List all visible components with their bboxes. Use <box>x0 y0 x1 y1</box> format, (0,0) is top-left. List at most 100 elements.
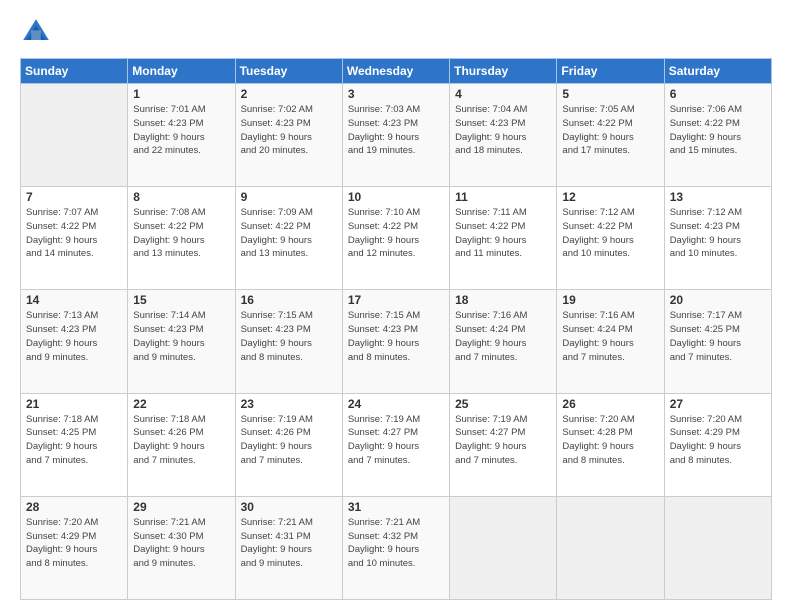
column-header-wednesday: Wednesday <box>342 59 449 84</box>
day-number: 9 <box>241 190 337 204</box>
day-number: 25 <box>455 397 551 411</box>
calendar-cell: 10 Sunrise: 7:10 AM Sunset: 4:22 PM Dayli… <box>342 187 449 290</box>
day-info: Sunrise: 7:01 AM Sunset: 4:23 PM Dayligh… <box>133 103 229 158</box>
day-info: Sunrise: 7:09 AM Sunset: 4:22 PM Dayligh… <box>241 206 337 261</box>
column-header-monday: Monday <box>128 59 235 84</box>
calendar-table: SundayMondayTuesdayWednesdayThursdayFrid… <box>20 58 772 600</box>
day-number: 18 <box>455 293 551 307</box>
day-info: Sunrise: 7:15 AM Sunset: 4:23 PM Dayligh… <box>241 309 337 364</box>
day-info: Sunrise: 7:04 AM Sunset: 4:23 PM Dayligh… <box>455 103 551 158</box>
day-number: 11 <box>455 190 551 204</box>
day-info: Sunrise: 7:17 AM Sunset: 4:25 PM Dayligh… <box>670 309 766 364</box>
day-info: Sunrise: 7:16 AM Sunset: 4:24 PM Dayligh… <box>562 309 658 364</box>
day-info: Sunrise: 7:12 AM Sunset: 4:22 PM Dayligh… <box>562 206 658 261</box>
day-info: Sunrise: 7:07 AM Sunset: 4:22 PM Dayligh… <box>26 206 122 261</box>
day-number: 28 <box>26 500 122 514</box>
day-number: 15 <box>133 293 229 307</box>
day-info: Sunrise: 7:11 AM Sunset: 4:22 PM Dayligh… <box>455 206 551 261</box>
header <box>20 16 772 48</box>
day-info: Sunrise: 7:20 AM Sunset: 4:28 PM Dayligh… <box>562 413 658 468</box>
day-number: 30 <box>241 500 337 514</box>
day-number: 22 <box>133 397 229 411</box>
day-info: Sunrise: 7:14 AM Sunset: 4:23 PM Dayligh… <box>133 309 229 364</box>
calendar-week-row: 14Sunrise: 7:13 AM Sunset: 4:23 PM Dayli… <box>21 290 772 393</box>
calendar-cell: 16 Sunrise: 7:15 AM Sunset: 4:23 PM Dayli… <box>235 290 342 393</box>
calendar-week-row: 28 Sunrise: 7:20 AM Sunset: 4:29 PM Dayli… <box>21 496 772 599</box>
calendar-cell: 27Sunrise: 7:20 AM Sunset: 4:29 PM Dayli… <box>664 393 771 496</box>
calendar-cell: 4 Sunrise: 7:04 AM Sunset: 4:23 PM Daylig… <box>450 84 557 187</box>
calendar-page: SundayMondayTuesdayWednesdayThursdayFrid… <box>0 0 792 612</box>
calendar-cell: 6Sunrise: 7:06 AM Sunset: 4:22 PM Daylig… <box>664 84 771 187</box>
day-number: 10 <box>348 190 444 204</box>
day-number: 13 <box>670 190 766 204</box>
calendar-cell: 20 Sunrise: 7:17 AM Sunset: 4:25 PM Dayli… <box>664 290 771 393</box>
day-info: Sunrise: 7:21 AM Sunset: 4:30 PM Dayligh… <box>133 516 229 571</box>
calendar-cell <box>450 496 557 599</box>
calendar-cell: 1 Sunrise: 7:01 AM Sunset: 4:23 PM Daylig… <box>128 84 235 187</box>
day-info: Sunrise: 7:19 AM Sunset: 4:26 PM Dayligh… <box>241 413 337 468</box>
calendar-week-row: 1 Sunrise: 7:01 AM Sunset: 4:23 PM Daylig… <box>21 84 772 187</box>
day-info: Sunrise: 7:21 AM Sunset: 4:32 PM Dayligh… <box>348 516 444 571</box>
day-number: 21 <box>26 397 122 411</box>
day-number: 23 <box>241 397 337 411</box>
calendar-week-row: 21 Sunrise: 7:18 AM Sunset: 4:25 PM Dayli… <box>21 393 772 496</box>
calendar-cell: 30 Sunrise: 7:21 AM Sunset: 4:31 PM Dayli… <box>235 496 342 599</box>
day-info: Sunrise: 7:19 AM Sunset: 4:27 PM Dayligh… <box>348 413 444 468</box>
day-info: Sunrise: 7:08 AM Sunset: 4:22 PM Dayligh… <box>133 206 229 261</box>
calendar-cell: 7 Sunrise: 7:07 AM Sunset: 4:22 PM Daylig… <box>21 187 128 290</box>
day-number: 19 <box>562 293 658 307</box>
day-info: Sunrise: 7:05 AM Sunset: 4:22 PM Dayligh… <box>562 103 658 158</box>
day-info: Sunrise: 7:10 AM Sunset: 4:22 PM Dayligh… <box>348 206 444 261</box>
calendar-cell: 23 Sunrise: 7:19 AM Sunset: 4:26 PM Dayli… <box>235 393 342 496</box>
day-number: 3 <box>348 87 444 101</box>
column-header-friday: Friday <box>557 59 664 84</box>
calendar-cell: 29 Sunrise: 7:21 AM Sunset: 4:30 PM Dayli… <box>128 496 235 599</box>
calendar-cell: 3 Sunrise: 7:03 AM Sunset: 4:23 PM Daylig… <box>342 84 449 187</box>
day-info: Sunrise: 7:16 AM Sunset: 4:24 PM Dayligh… <box>455 309 551 364</box>
column-header-tuesday: Tuesday <box>235 59 342 84</box>
day-info: Sunrise: 7:15 AM Sunset: 4:23 PM Dayligh… <box>348 309 444 364</box>
calendar-cell <box>664 496 771 599</box>
day-number: 26 <box>562 397 658 411</box>
day-number: 29 <box>133 500 229 514</box>
day-number: 24 <box>348 397 444 411</box>
day-info: Sunrise: 7:20 AM Sunset: 4:29 PM Dayligh… <box>670 413 766 468</box>
calendar-cell: 25 Sunrise: 7:19 AM Sunset: 4:27 PM Dayli… <box>450 393 557 496</box>
column-header-saturday: Saturday <box>664 59 771 84</box>
calendar-cell: 18 Sunrise: 7:16 AM Sunset: 4:24 PM Dayli… <box>450 290 557 393</box>
day-number: 12 <box>562 190 658 204</box>
day-info: Sunrise: 7:03 AM Sunset: 4:23 PM Dayligh… <box>348 103 444 158</box>
calendar-cell: 21 Sunrise: 7:18 AM Sunset: 4:25 PM Dayli… <box>21 393 128 496</box>
day-number: 31 <box>348 500 444 514</box>
calendar-cell <box>21 84 128 187</box>
calendar-cell <box>557 496 664 599</box>
calendar-cell: 15 Sunrise: 7:14 AM Sunset: 4:23 PM Dayli… <box>128 290 235 393</box>
day-number: 20 <box>670 293 766 307</box>
day-info: Sunrise: 7:19 AM Sunset: 4:27 PM Dayligh… <box>455 413 551 468</box>
day-number: 14 <box>26 293 122 307</box>
day-info: Sunrise: 7:18 AM Sunset: 4:25 PM Dayligh… <box>26 413 122 468</box>
calendar-header-row: SundayMondayTuesdayWednesdayThursdayFrid… <box>21 59 772 84</box>
day-number: 4 <box>455 87 551 101</box>
calendar-cell: 31 Sunrise: 7:21 AM Sunset: 4:32 PM Dayli… <box>342 496 449 599</box>
calendar-cell: 17Sunrise: 7:15 AM Sunset: 4:23 PM Dayli… <box>342 290 449 393</box>
calendar-cell: 28 Sunrise: 7:20 AM Sunset: 4:29 PM Dayli… <box>21 496 128 599</box>
calendar-cell: 19 Sunrise: 7:16 AM Sunset: 4:24 PM Dayli… <box>557 290 664 393</box>
day-number: 5 <box>562 87 658 101</box>
day-info: Sunrise: 7:18 AM Sunset: 4:26 PM Dayligh… <box>133 413 229 468</box>
day-info: Sunrise: 7:20 AM Sunset: 4:29 PM Dayligh… <box>26 516 122 571</box>
day-number: 7 <box>26 190 122 204</box>
calendar-cell: 13 Sunrise: 7:12 AM Sunset: 4:23 PM Dayli… <box>664 187 771 290</box>
calendar-cell: 9 Sunrise: 7:09 AM Sunset: 4:22 PM Daylig… <box>235 187 342 290</box>
day-number: 1 <box>133 87 229 101</box>
day-number: 16 <box>241 293 337 307</box>
calendar-cell: 11 Sunrise: 7:11 AM Sunset: 4:22 PM Dayli… <box>450 187 557 290</box>
day-number: 6 <box>670 87 766 101</box>
calendar-cell: 26 Sunrise: 7:20 AM Sunset: 4:28 PM Dayli… <box>557 393 664 496</box>
calendar-cell: 5 Sunrise: 7:05 AM Sunset: 4:22 PM Daylig… <box>557 84 664 187</box>
day-info: Sunrise: 7:12 AM Sunset: 4:23 PM Dayligh… <box>670 206 766 261</box>
calendar-cell: 24 Sunrise: 7:19 AM Sunset: 4:27 PM Dayli… <box>342 393 449 496</box>
calendar-cell: 14Sunrise: 7:13 AM Sunset: 4:23 PM Dayli… <box>21 290 128 393</box>
day-info: Sunrise: 7:21 AM Sunset: 4:31 PM Dayligh… <box>241 516 337 571</box>
calendar-cell: 12 Sunrise: 7:12 AM Sunset: 4:22 PM Dayli… <box>557 187 664 290</box>
